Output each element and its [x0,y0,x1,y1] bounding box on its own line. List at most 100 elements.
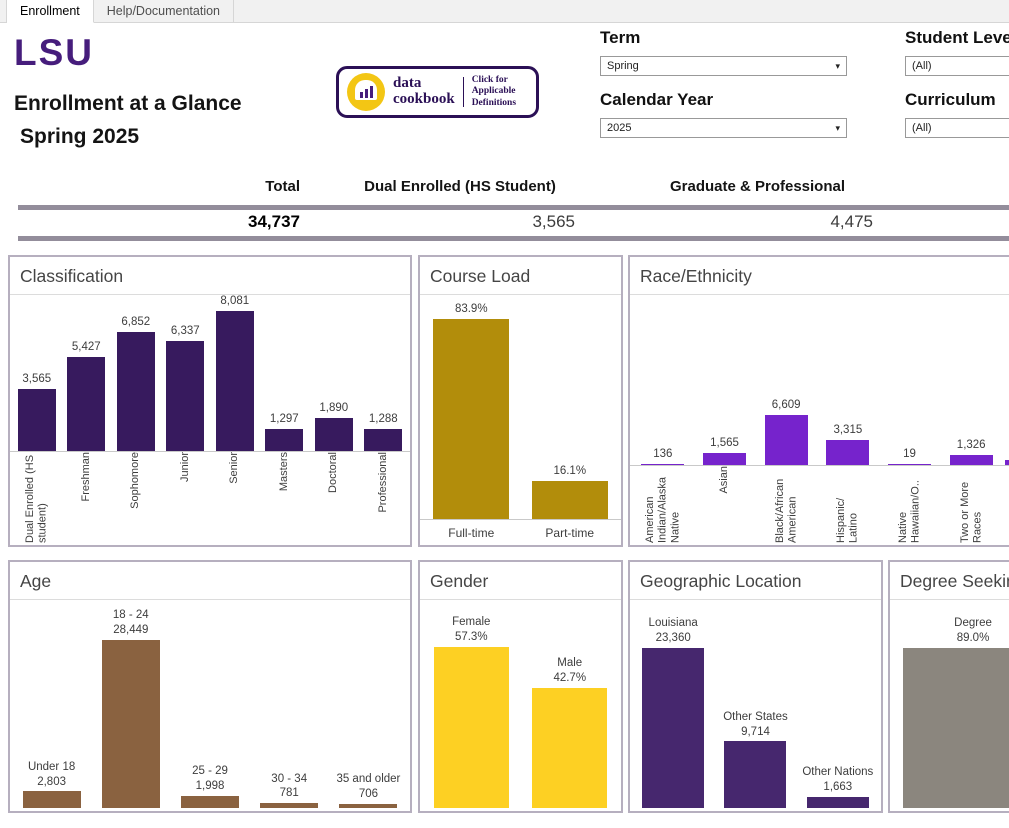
race-ethnicity-chart: 1361,5656,6093,315191,326American Indian… [630,295,1009,543]
bar-asian[interactable] [703,453,746,465]
axis-label-doctoral: Doctoral [327,452,340,493]
bar-label: 16.1% [553,464,586,479]
axis-label-black-african-american: Black/African American [774,466,799,543]
bar-hispanic-latino[interactable] [826,440,869,465]
gender-panel: Gender Female57.3%Male42.7% [418,560,623,813]
summary-value-dual-enrolled: 3,565 [340,212,575,232]
cookbook-brand: data cookbook [393,76,455,108]
bar-masters[interactable] [265,429,303,451]
axis-label-native-hawaiian-o: Native Hawaiian/O.. [897,466,922,543]
classification-axis-labels: Dual Enrolled (HS student)FreshmanSophom… [10,451,410,543]
race_ethnicity-bars: 1361,5656,6093,315191,326 [630,295,1009,465]
bar-degree[interactable] [903,648,1009,808]
degree-seeking-title: Degree Seeking [890,562,1009,600]
chevron-down-icon: ▾ [835,123,840,134]
bar-label: 6,852 [121,315,150,330]
cookbook-note: Click for Applicable Definitions [472,75,528,109]
tab-bar: Enrollment Help/Documentation [0,0,1009,23]
race-ethnicity-panel: Race/Ethnicity 1361,5656,6093,315191,326… [628,255,1009,547]
bar-native-hawaiian-o[interactable] [888,464,931,466]
race_ethnicity-axis-labels: American Indian/Alaska NativeAsianBlack/… [630,465,1009,543]
bar-under-18[interactable] [23,791,81,808]
bar-label: 25 - 291,998 [192,764,228,794]
bar-part-time[interactable] [532,481,608,519]
course-load-panel: Course Load 83.9%16.1%Full-timePart-time [418,255,623,547]
bar-label: Male42.7% [553,656,586,686]
bar-label: Other States9,714 [723,710,788,740]
filter-term: Term Spring▾ [600,28,847,76]
bar-35-and-older[interactable] [339,804,397,808]
bar-full-time[interactable] [433,319,509,519]
filter-curriculum-label: Curriculum [905,90,1009,110]
tab-help-documentation[interactable]: Help/Documentation [94,0,234,22]
bar-label: 19 [903,447,916,462]
bar-label: 136 [653,447,672,462]
classification-title: Classification [10,257,410,295]
course-load-title: Course Load [420,257,621,295]
axis-label-full-time: Full-time [448,526,494,540]
summary-value-total: 34,737 [0,212,300,232]
age-title: Age [10,562,410,600]
bar-label: 1,288 [369,412,398,427]
axis-label-freshman: Freshman [80,452,93,502]
bar-label: Degree89.0% [954,616,992,646]
gender-chart: Female57.3%Male42.7% [420,600,621,808]
axis-label-junior: Junior [179,452,192,482]
bar-label: 3,315 [833,423,862,438]
page-title-line2: Spring 2025 [20,121,242,154]
filter-term-label: Term [600,28,847,48]
age-panel: Age Under 182,80318 - 2428,44925 - 291,9… [8,560,412,813]
summary-header-total: Total [0,178,300,195]
bar-senior[interactable] [216,311,254,451]
geographic-location-chart: Louisiana23,360Other States9,714Other Na… [630,600,881,808]
course-load-chart: 83.9%16.1%Full-timePart-time [420,295,621,543]
bar-18-24[interactable] [102,640,160,808]
filter-curriculum-dropdown[interactable]: (All) [905,118,1009,138]
cookbook-divider [463,77,464,107]
bar-male[interactable] [532,688,607,808]
bar-two-or-more-races[interactable] [950,455,993,465]
bar-junior[interactable] [166,341,204,451]
bar-label: 8,081 [220,294,249,309]
filter-calendar-year-dropdown[interactable]: 2025▾ [600,118,847,138]
bar-25-29[interactable] [181,796,239,808]
course_load-bars: 83.9% 16.1% [420,295,621,519]
bar-american-indian-alaska-native[interactable] [641,464,684,466]
bar-other-states[interactable] [724,741,786,808]
tab-enrollment[interactable]: Enrollment [7,0,94,23]
classification-panel: Classification 3,5655,4276,8526,3378,081… [8,255,412,547]
bar-freshman[interactable] [67,357,105,451]
filter-term-dropdown[interactable]: Spring▾ [600,56,847,76]
axis-label-professional: Professional [377,452,390,513]
data-cookbook-link[interactable]: data cookbook Click for Applicable Defin… [336,66,539,118]
axis-label-sophomore: Sophomore [129,452,142,509]
axis-label-asian: Asian [718,466,731,494]
bar-label: 83.9% [455,302,488,317]
age-bars: Under 182,80318 - 2428,44925 - 291,99830… [10,600,410,808]
bar-other-nations[interactable] [807,797,869,808]
bar-label: 3,565 [22,372,51,387]
summary-value-grad-professional: 4,475 [645,212,873,232]
bar-professional[interactable] [364,429,402,451]
bar-louisiana[interactable] [642,648,704,808]
bar-black-african-american[interactable] [765,415,808,465]
axis-label-two-or-more-races: Two or More Races [959,466,984,543]
geographic_location-bars: Louisiana23,360Other States9,714Other Na… [630,600,881,808]
bar-label: 1,297 [270,412,299,427]
bar-dual-enrolled-hs-student[interactable] [18,389,56,451]
filter-curriculum: Curriculum (All) [905,90,1009,138]
summary-header-dual-enrolled: Dual Enrolled (HS Student) [340,178,580,195]
bar-sophomore[interactable] [117,332,155,451]
filter-student-level-dropdown[interactable]: (All) [905,56,1009,76]
bar-label: 35 and older706 [336,772,400,802]
bar-label: 6,609 [772,398,801,413]
bar-partial[interactable] [1005,460,1009,465]
summary-band-top [18,205,1009,210]
bar-30-34[interactable] [260,803,318,808]
bar-doctoral[interactable] [315,418,353,451]
bar-label: 1,565 [710,436,739,451]
bar-female[interactable] [434,647,509,808]
summary-band-bottom [18,236,1009,241]
filter-student-level-label: Student Level [905,28,1009,48]
filter-student-level: Student Level (All) [905,28,1009,76]
